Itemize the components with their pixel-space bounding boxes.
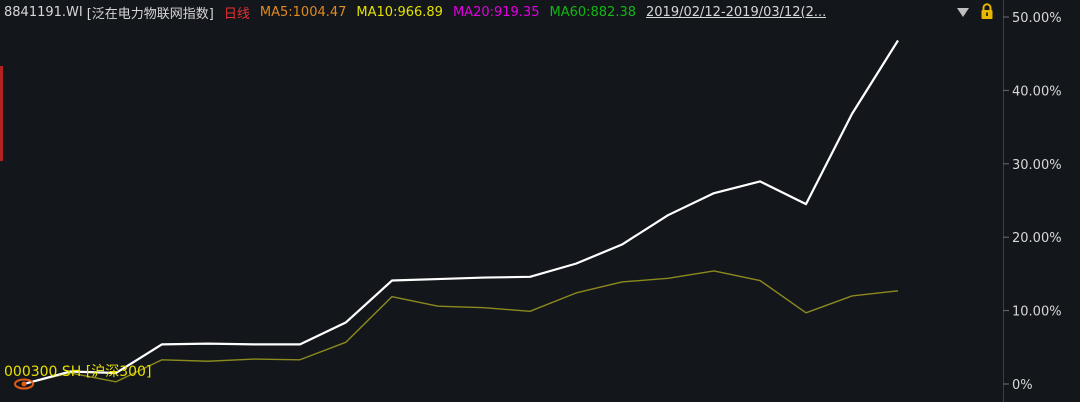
y-tick-label: 0% [1012, 378, 1033, 393]
chart-window: 8841191.WI [泛在电力物联网指数] 日线 MA5:1004.47 MA… [0, 0, 1080, 402]
series-benchmark-line [23, 270, 899, 385]
y-tick-label: 50.00% [1012, 11, 1062, 26]
y-axis: 50.00% 40.00% 30.00% 20.00% 10.00% 0% [1003, 11, 1062, 393]
y-tick-label: 10.00% [1012, 305, 1062, 320]
series-index-line [23, 39, 899, 386]
y-tick-label: 20.00% [1012, 231, 1062, 246]
series-layer [23, 39, 899, 386]
y-tick-label: 30.00% [1012, 158, 1062, 173]
y-tick-label: 40.00% [1012, 84, 1062, 99]
benchmark-label: 000300.SH [沪深300] [4, 364, 152, 380]
line-chart: 50.00% 40.00% 30.00% 20.00% 10.00% 0% [14, 11, 1062, 393]
